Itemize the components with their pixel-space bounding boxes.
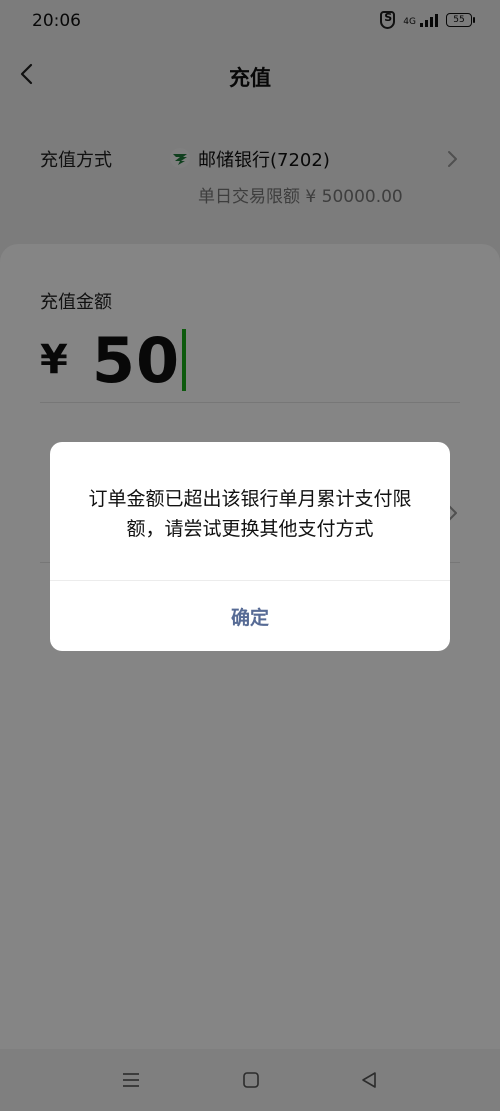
dialog-message: 订单金额已超出该银行单月累计支付限额，请尝试更换其他支付方式 [88,488,412,540]
alert-dialog: 订单金额已超出该银行单月累计支付限额，请尝试更换其他支付方式 确定 [50,442,450,651]
confirm-button[interactable]: 确定 [50,581,450,651]
